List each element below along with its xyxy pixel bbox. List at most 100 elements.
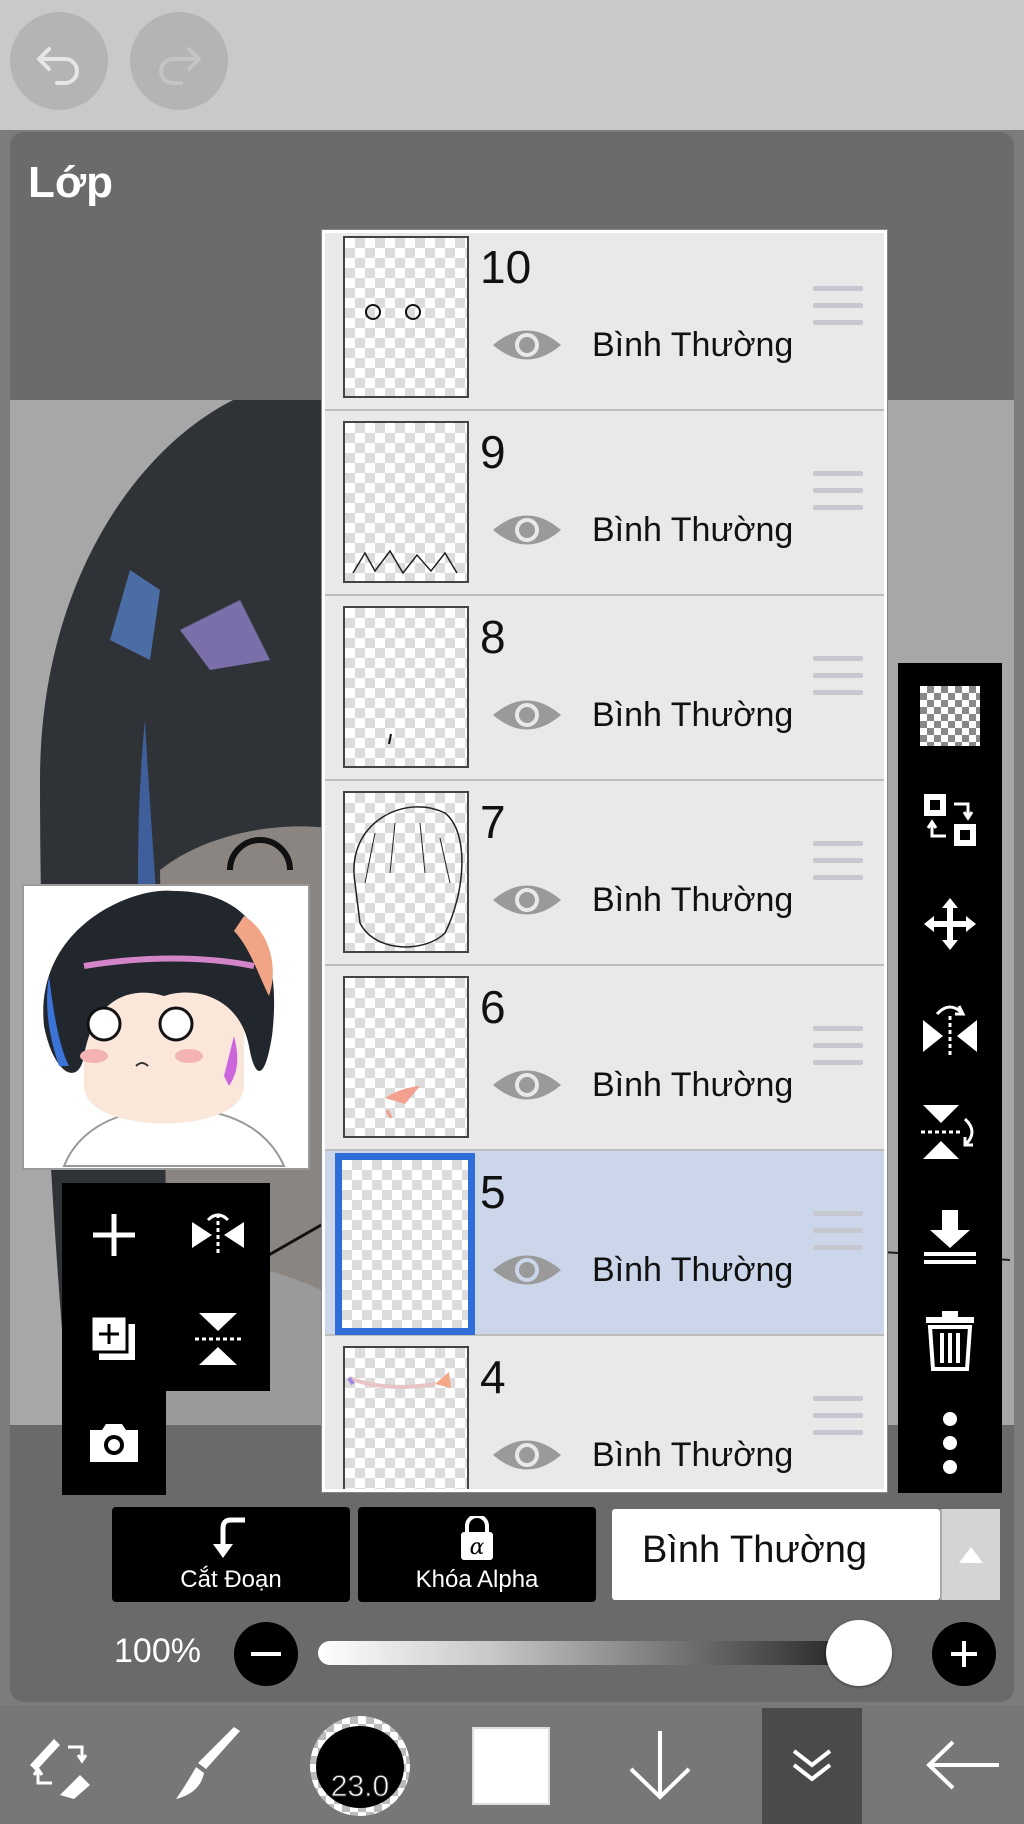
layer-row[interactable]: 8 Bình Thường — [325, 596, 884, 781]
plus-icon — [93, 1214, 135, 1256]
flip-horizontal-button[interactable] — [166, 1183, 270, 1287]
flip-horizontal-icon — [923, 1005, 977, 1056]
delete-layer-button[interactable] — [898, 1290, 1002, 1390]
layer-row[interactable]: 9 Bình Thường — [325, 411, 884, 596]
layer-number: 9 — [480, 426, 506, 478]
layer-thumbnail — [335, 1153, 475, 1335]
flip-horizontal-layer-button[interactable] — [898, 978, 1002, 1078]
opacity-increase-button[interactable] — [932, 1622, 996, 1686]
plus-icon — [951, 1641, 977, 1667]
drag-handle-icon[interactable] — [813, 1026, 863, 1068]
add-layer-button[interactable] — [62, 1183, 166, 1287]
layer-row[interactable]: 6 Bình Thường — [325, 966, 884, 1151]
more-options-button[interactable] — [898, 1393, 1002, 1493]
drag-handle-icon[interactable] — [813, 286, 863, 328]
layer-number: 7 — [480, 796, 506, 848]
eye-icon[interactable] — [491, 1062, 563, 1108]
layer-number: 8 — [480, 611, 506, 663]
arrow-left-icon — [926, 1740, 999, 1789]
double-chevron-down-icon — [792, 1748, 832, 1782]
eye-icon[interactable] — [491, 1432, 563, 1478]
flip-vertical-button[interactable] — [166, 1287, 270, 1391]
brush-tool-button[interactable] — [168, 1705, 248, 1824]
layer-thumbnail — [343, 976, 469, 1138]
layer-blend-mode: Bình Thường — [592, 1436, 794, 1474]
back-button[interactable] — [918, 1705, 1008, 1824]
move-button[interactable] — [898, 874, 1002, 974]
svg-text:α: α — [470, 1535, 485, 1560]
scroll-down-button[interactable] — [620, 1705, 700, 1824]
eye-icon[interactable] — [491, 1247, 563, 1293]
layer-blend-mode: Bình Thường — [592, 696, 794, 734]
eye-icon[interactable] — [491, 877, 563, 923]
brush-size-value: 23.0 — [330, 1770, 390, 1804]
merge-down-button[interactable] — [898, 1186, 1002, 1286]
blend-mode-dropdown-button[interactable] — [940, 1509, 1000, 1600]
layer-blend-mode: Bình Thường — [592, 511, 794, 549]
eye-icon[interactable] — [491, 322, 563, 368]
layer-list[interactable]: 10 Bình Thường 9 Bình Thường 8 Bình Thườ… — [322, 230, 887, 1492]
redo-icon — [159, 47, 201, 85]
flip-vertical-icon — [921, 1105, 974, 1159]
panel-title: Lớp — [28, 158, 114, 207]
alpha-lock-button[interactable]: α Khóa Alpha — [358, 1507, 596, 1602]
drag-handle-icon[interactable] — [813, 1396, 863, 1438]
layer-thumbnail — [343, 421, 469, 583]
undo-icon — [37, 47, 79, 85]
layer-number: 10 — [480, 241, 532, 293]
layer-number: 6 — [480, 981, 506, 1033]
swap-icon — [924, 794, 976, 846]
arrow-down-icon — [629, 1730, 691, 1800]
duplicate-layer-button[interactable] — [62, 1287, 166, 1391]
brush-size-indicator[interactable]: 23.0 — [310, 1716, 410, 1816]
minus-icon — [251, 1652, 281, 1656]
undo-button[interactable] — [10, 12, 108, 110]
clipping-button[interactable]: Cắt Đoạn — [112, 1507, 350, 1602]
swap-layer-button[interactable] — [898, 770, 1002, 870]
color-swatch[interactable] — [472, 1727, 550, 1805]
layer-blend-mode: Bình Thường — [592, 881, 794, 919]
alpha-lock-label: Khóa Alpha — [415, 1565, 539, 1593]
flip-horizontal-icon — [192, 1213, 244, 1256]
camera-icon — [90, 1424, 138, 1462]
drag-handle-icon[interactable] — [813, 471, 863, 513]
blend-mode-select[interactable]: Bình Thường — [612, 1509, 940, 1600]
clipping-arrow-icon — [213, 1517, 245, 1558]
flip-vertical-layer-button[interactable] — [898, 1082, 1002, 1182]
layer-row[interactable]: 10 Bình Thường — [325, 233, 884, 411]
drag-handle-icon[interactable] — [813, 841, 863, 883]
camera-button[interactable] — [62, 1391, 166, 1495]
layer-thumbnail — [343, 236, 469, 398]
checkerboard-icon — [920, 686, 980, 746]
layer-panel-toggle-button[interactable] — [772, 1705, 852, 1824]
clipping-label: Cắt Đoạn — [180, 1565, 282, 1593]
tool-switch-button[interactable] — [20, 1705, 100, 1824]
layer-row-selected[interactable]: 5 Bình Thường — [325, 1151, 884, 1336]
layer-blend-mode: Bình Thường — [592, 1251, 794, 1289]
layer-thumbnail — [343, 606, 469, 768]
alpha-lock-icon: α — [461, 1515, 493, 1560]
drag-handle-icon[interactable] — [813, 1211, 863, 1253]
copy-layer-icon — [89, 1314, 135, 1360]
transparent-fill-button[interactable] — [898, 666, 1002, 766]
redo-button[interactable] — [130, 12, 228, 110]
layer-number: 5 — [480, 1166, 506, 1218]
eye-icon[interactable] — [491, 692, 563, 738]
opacity-slider-thumb[interactable] — [826, 1620, 892, 1686]
brush-eraser-switch-icon — [30, 1738, 90, 1799]
layer-number: 4 — [480, 1351, 506, 1403]
layer-row[interactable]: 4 Bình Thường — [325, 1336, 884, 1489]
triangle-up-icon — [959, 1546, 983, 1563]
opacity-decrease-button[interactable] — [234, 1622, 298, 1686]
opacity-slider-track[interactable] — [318, 1641, 890, 1665]
layer-blend-mode: Bình Thường — [592, 1066, 794, 1104]
flip-vertical-icon — [195, 1313, 241, 1365]
layer-blend-mode: Bình Thường — [592, 326, 794, 364]
opacity-value: 100% — [114, 1632, 201, 1670]
brush-icon — [176, 1726, 240, 1799]
drag-handle-icon[interactable] — [813, 656, 863, 698]
layer-thumbnail — [343, 791, 469, 953]
more-vertical-icon — [943, 1412, 957, 1474]
layer-row[interactable]: 7 Bình Thường — [325, 781, 884, 966]
eye-icon[interactable] — [491, 507, 563, 553]
